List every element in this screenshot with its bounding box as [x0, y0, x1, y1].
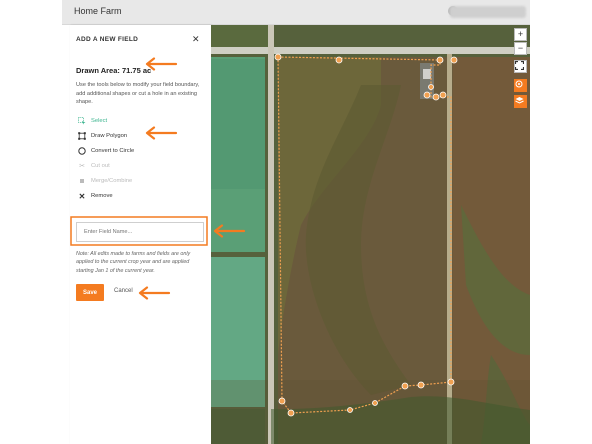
screen: Home Farm ADD A NEW FIELD ✕ Drawn Area: …	[0, 0, 592, 444]
save-button[interactable]: Save	[76, 284, 104, 301]
layers-icon[interactable]	[514, 95, 527, 108]
cancel-button[interactable]: Cancel	[114, 288, 133, 294]
circle-icon	[78, 147, 86, 155]
tool-label: Draw Polygon	[91, 133, 128, 139]
tool-cut-out: ✂ Cut out	[78, 162, 110, 170]
polygon-icon	[78, 132, 86, 140]
zoom-out-button[interactable]: −	[514, 42, 527, 55]
select-icon	[78, 117, 86, 125]
tool-select[interactable]: Select	[78, 117, 107, 125]
top-bar: Home Farm	[62, 0, 530, 25]
tool-label: Cut out	[91, 163, 110, 169]
tool-convert-circle[interactable]: Convert to Circle	[78, 147, 134, 155]
user-menu-blurred[interactable]	[450, 6, 526, 18]
tool-label: Select	[91, 118, 108, 124]
tool-label: Convert to Circle	[91, 148, 135, 154]
close-icon[interactable]: ✕	[192, 34, 200, 45]
location-icon[interactable]	[514, 79, 527, 92]
annotation-arrow-tools	[145, 126, 178, 140]
annotation-arrow-input	[213, 224, 246, 238]
panel-title: ADD A NEW FIELD	[76, 36, 139, 43]
tool-merge-combine: Merge/Combine	[78, 177, 132, 185]
tool-label: Remove	[91, 193, 113, 199]
tool-label: Merge/Combine	[91, 178, 133, 184]
scissors-icon: ✂	[79, 163, 85, 170]
edit-note: Note: All edits made to farms and fields…	[76, 251, 191, 274]
satellite-map[interactable]: + −	[211, 25, 530, 444]
merge-icon	[78, 177, 86, 185]
drawn-area: Drawn Area: 71.75 ac	[76, 66, 152, 75]
annotation-arrow-area	[145, 57, 178, 71]
fullscreen-icon[interactable]	[514, 60, 527, 73]
zoom-in-button[interactable]: +	[514, 28, 527, 41]
page-margin-left	[0, 0, 70, 444]
annotation-arrow-save	[138, 286, 171, 300]
tool-remove[interactable]: ✕ Remove	[78, 191, 113, 201]
tool-draw-polygon[interactable]: Draw Polygon	[78, 132, 127, 140]
farm-title: Home Farm	[74, 6, 122, 16]
map-imagery	[211, 25, 530, 444]
x-icon: ✕	[78, 191, 86, 201]
page-margin-right	[530, 0, 592, 444]
panel-description: Use the tools below to modify your field…	[76, 82, 200, 105]
annotation-input-highlight	[70, 216, 208, 246]
